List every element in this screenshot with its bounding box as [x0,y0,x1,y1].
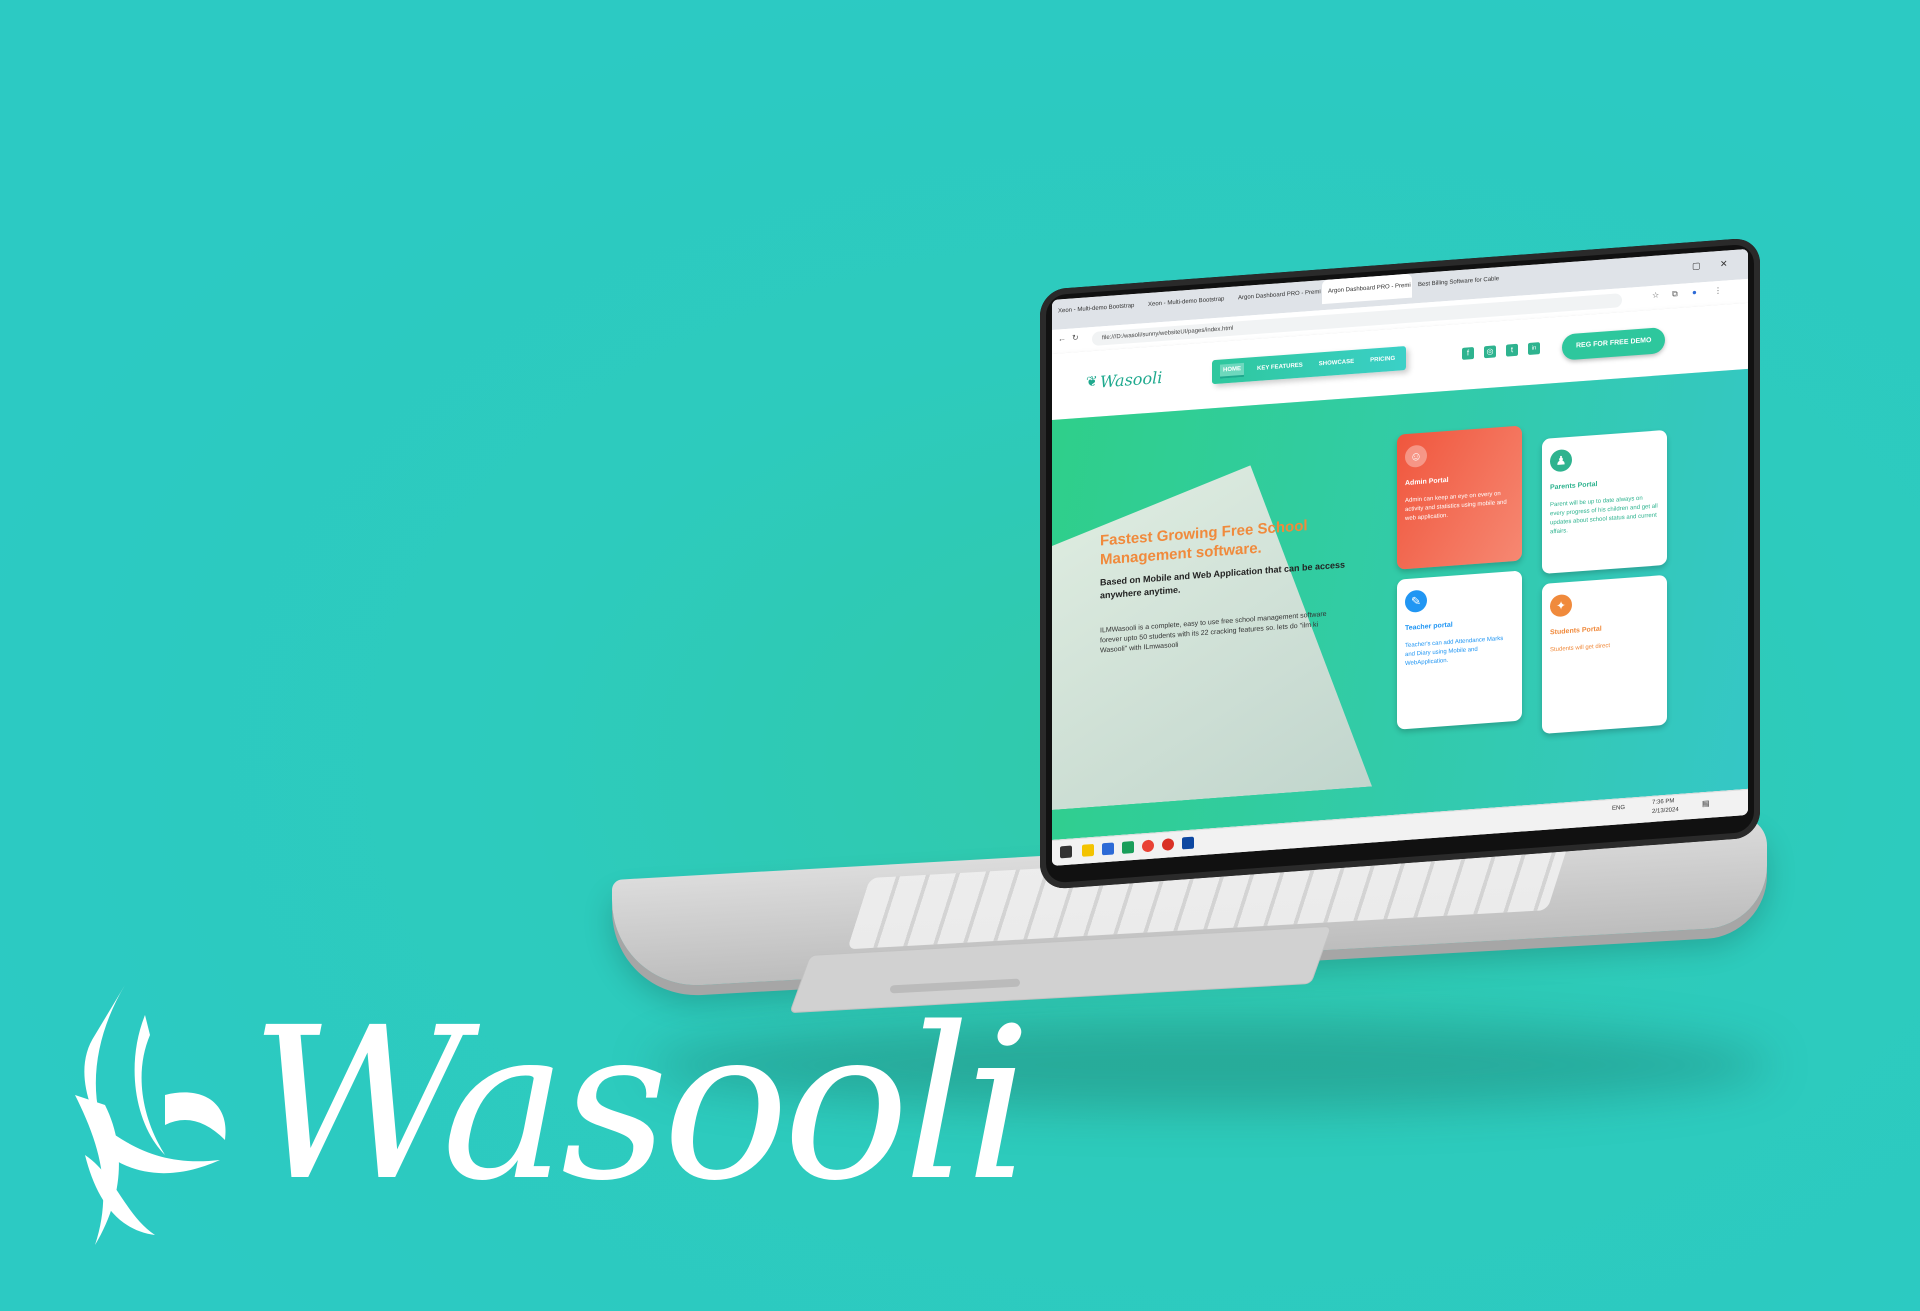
file-explorer-icon[interactable] [1082,843,1094,857]
card-desc: Teacher's can add Attendance Marks and D… [1405,635,1504,668]
parents-icon: ♟ [1550,448,1572,473]
card-title: Admin Portal [1405,476,1449,488]
clock-time[interactable]: 7:36 PM [1652,798,1674,806]
windows-start-icon[interactable] [1060,845,1072,859]
card-title: Parents Portal [1550,480,1598,492]
students-portal-card[interactable]: ✦ Students Portal Students will get dire… [1542,574,1667,735]
clock-date[interactable]: 2/13/2024 [1652,807,1679,815]
parents-portal-card[interactable]: ♟ Parents Portal Parent will be up to da… [1542,429,1667,575]
brand-wordmark: Wasooli [250,982,1032,1227]
browser-tab[interactable]: Argon Dashboard PRO - Premi [1232,280,1322,311]
browser-tab[interactable]: Xeon - Multi-demo Bootstrap [1052,293,1142,324]
instagram-icon[interactable]: ◎ [1484,345,1496,359]
main-nav: HOME KEY FEATURES SHOWCASE PRICING [1212,345,1407,385]
app-icon[interactable] [1122,840,1134,854]
chrome-icon[interactable] [1142,839,1154,853]
app-icon[interactable] [1162,838,1174,851]
nav-key-features[interactable]: KEY FEATURES [1254,359,1306,375]
nav-pricing[interactable]: PRICING [1367,353,1398,367]
site-logo[interactable]: Wasooli [1100,368,1162,392]
card-title: Teacher portal [1405,621,1453,633]
profile-icon[interactable]: ● [1692,288,1697,297]
student-icon: ✦ [1550,593,1572,618]
laptop-screen: Xeon - Multi-demo BootstrapXeon - Multi-… [1052,248,1748,866]
teacher-portal-card[interactable]: ✎ Teacher portal Teacher's can add Atten… [1397,570,1522,730]
extensions-icon[interactable]: ⧉ [1672,289,1678,299]
browser-tab[interactable]: Best Billing Software for Cable [1412,267,1502,298]
teacher-icon: ✎ [1405,589,1427,614]
maximize-icon[interactable]: ▢ [1692,260,1701,272]
close-icon[interactable]: ✕ [1720,258,1728,270]
leaf-logo-icon: ❦ [1086,372,1098,390]
browser-tab[interactable]: Xeon - Multi-demo Bootstrap [1142,287,1232,318]
card-desc: Parent will be up to date always on ever… [1550,495,1658,536]
linkedin-icon[interactable]: in [1528,342,1540,356]
notifications-icon[interactable]: ▤ [1702,799,1710,809]
card-title: Students Portal [1550,625,1602,637]
language-indicator[interactable]: ENG [1612,805,1625,812]
leaf-emblem-icon [75,985,226,1245]
facebook-icon[interactable]: f [1462,347,1474,360]
app-icon[interactable] [1182,836,1194,850]
card-desc: Students will get direct [1550,643,1611,654]
menu-kebab-icon[interactable]: ⋮ [1714,286,1722,296]
nav-showcase[interactable]: SHOWCASE [1316,356,1357,371]
admin-portal-card[interactable]: ☺ Admin Portal Admin can keep an eye on … [1397,425,1522,570]
reg-free-demo-button[interactable]: REG FOR FREE DEMO [1562,326,1666,361]
browser-tab-active[interactable]: Argon Dashboard PRO - Premi [1322,273,1412,305]
app-icon[interactable] [1102,842,1114,856]
twitter-icon[interactable]: t [1506,343,1518,357]
hero-section: Fastest Growing Free School Management s… [1052,368,1748,840]
back-icon[interactable]: ← [1058,334,1066,344]
nav-home[interactable]: HOME [1220,362,1244,379]
reload-icon[interactable]: ↻ [1072,333,1079,342]
admin-icon: ☺ [1405,444,1427,469]
bookmark-star-icon[interactable]: ☆ [1652,290,1659,300]
card-desc: Admin can keep an eye on every on activi… [1405,491,1507,523]
